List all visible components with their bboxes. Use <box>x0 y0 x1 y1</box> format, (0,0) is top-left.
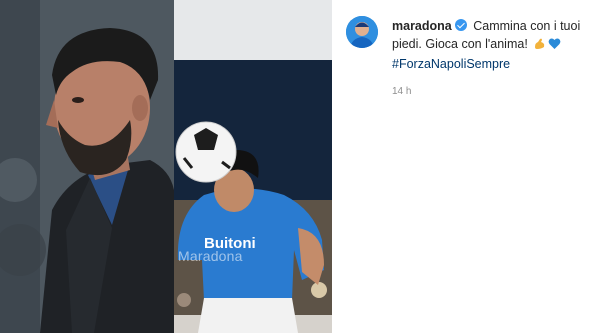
verified-badge-icon <box>454 19 467 31</box>
footballer-illustration: Buitoni <box>174 0 332 333</box>
avatar-image <box>346 16 378 48</box>
post-caption: maradona Cammina con i tuoi piedi. Gioca… <box>392 17 592 73</box>
photo-left-coach <box>0 0 174 333</box>
blue-heart-emoji <box>548 37 561 55</box>
post-caption-panel: maradona Cammina con i tuoi piedi. Gioca… <box>332 0 600 333</box>
coach-illustration <box>0 0 174 333</box>
username-link[interactable]: maradona <box>392 19 452 33</box>
flexed-biceps-emoji <box>533 37 546 55</box>
photo-watermark: Maradona <box>178 248 243 264</box>
avatar[interactable] <box>346 16 378 48</box>
hashtag-link[interactable]: #ForzaNapoliSempre <box>392 55 592 73</box>
post-timestamp[interactable]: 14 h <box>392 86 411 97</box>
photo-center-footballer: Buitoni Maradona <box>174 0 332 333</box>
